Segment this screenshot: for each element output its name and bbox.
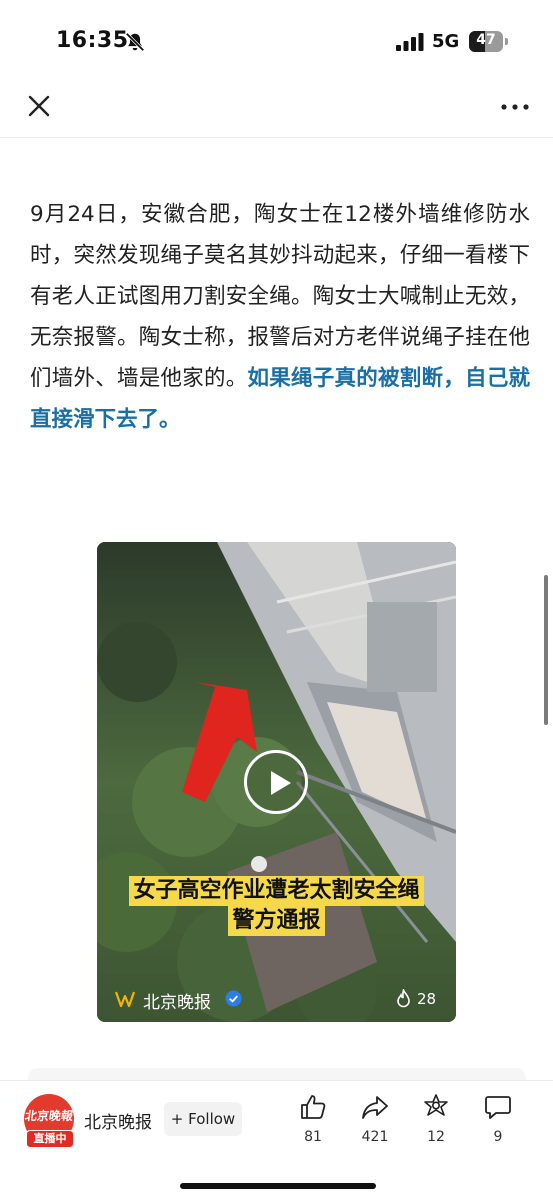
video-caption: 女子高空作业遭老太割安全绳 [97,876,456,906]
video-caption-line-1: 女子高空作业遭老太割安全绳 [129,876,424,906]
source-logo-icon [115,991,135,1008]
status-time: 16:35 [56,28,129,53]
video-footer: 北京晚报 28 [97,982,456,1022]
like-count: 81 [304,1129,322,1145]
video-source-name[interactable]: 北京晚报 [143,988,211,1013]
video-caption-sub: 警方通报 [97,906,456,936]
battery-icon: 47 [469,31,509,52]
signal-icon [396,33,424,51]
avatar-logo-text: 北京晚報 [24,1109,74,1123]
scrollbar[interactable] [544,575,548,725]
share-count: 421 [361,1129,389,1145]
share-button[interactable]: 421 [350,1093,400,1153]
comment-icon [485,1096,511,1119]
play-icon [271,771,291,795]
account-name[interactable]: 北京晚报 [84,1108,152,1133]
close-icon[interactable] [25,92,53,120]
comment-count: 9 [493,1129,503,1145]
home-indicator[interactable] [180,1183,376,1189]
thumbs-up-icon [301,1095,326,1119]
article-body: 9月24日，安徽合肥，陶女士在12楼外墙维修防水时，突然发现绳子莫名其妙抖动起来… [30,194,530,440]
reward-button[interactable]: 12 [411,1093,461,1153]
like-button[interactable]: 81 [288,1093,338,1153]
network-label: 5G [432,31,460,52]
status-bar: 16:35 5G 47 [0,0,553,80]
gem-icon [424,1094,448,1116]
nav-divider [0,137,553,138]
share-icon [362,1096,388,1119]
live-badge[interactable]: 直播中 [26,1130,74,1148]
video-caption-line-2: 警方通报 [228,906,325,936]
play-button[interactable] [244,750,308,814]
bell-muted-icon [125,32,145,52]
fire-icon [397,989,410,1008]
reward-count: 12 [427,1129,445,1145]
battery-level: 47 [476,32,496,48]
comment-button[interactable]: 9 [473,1093,523,1153]
more-icon[interactable] [500,97,530,117]
video-player[interactable]: 女子高空作业遭老太割安全绳 警方通报 北京晚报 28 [97,542,456,1022]
verified-icon [225,990,242,1007]
article-paragraph: 9月24日，安徽合肥，陶女士在12楼外墙维修防水时，突然发现绳子莫名其妙抖动起来… [30,202,530,391]
heat-count: 28 [417,990,437,1008]
follow-button[interactable]: + Follow [164,1102,242,1136]
bottom-action-bar: 北京晚報 直播中 北京晚报 + Follow 81 421 12 9 [0,1080,553,1200]
